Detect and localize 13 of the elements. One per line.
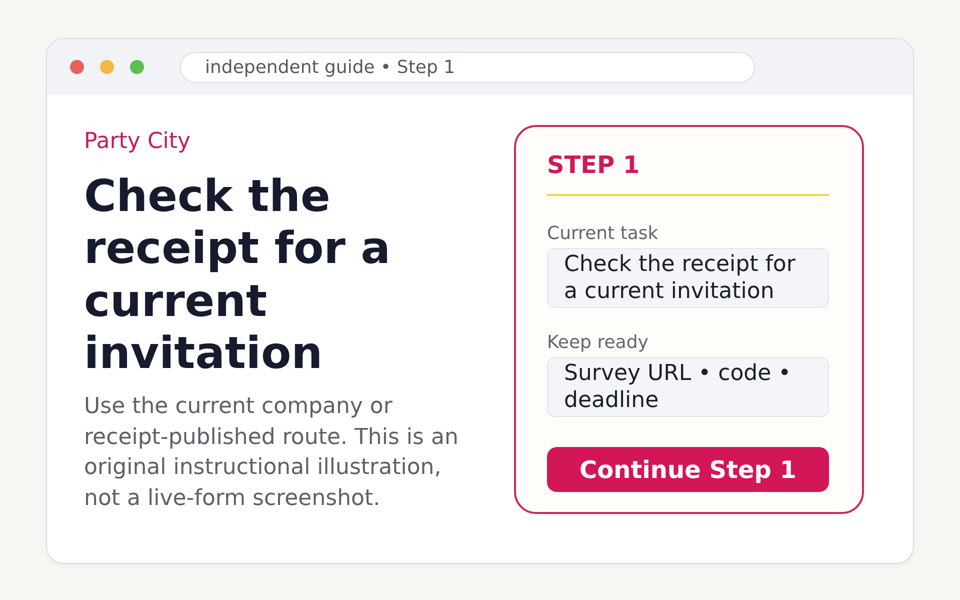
window-dot-icon[interactable]: [130, 60, 144, 74]
page-heading: Check the receipt for a current invitation: [84, 171, 392, 380]
info-field: Check the receipt for a current invitation: [547, 248, 829, 308]
field-label: Keep ready: [547, 332, 650, 354]
continue-button[interactable]: Continue Step 1: [547, 447, 829, 492]
info-field: Survey URL • code • deadline: [547, 357, 829, 417]
field-label: Current task: [547, 223, 660, 245]
step-title: STEP 1: [547, 151, 829, 196]
brand-name: Party City: [84, 129, 191, 155]
description-text: Use the current company or receipt-published route. This is an original instructional illustration, not a live-form screenshot.: [84, 393, 460, 513]
address-bar[interactable]: independent guide • Step 1: [180, 52, 755, 82]
window-dot-icon[interactable]: [70, 60, 84, 74]
window-dot-icon[interactable]: [100, 60, 114, 74]
